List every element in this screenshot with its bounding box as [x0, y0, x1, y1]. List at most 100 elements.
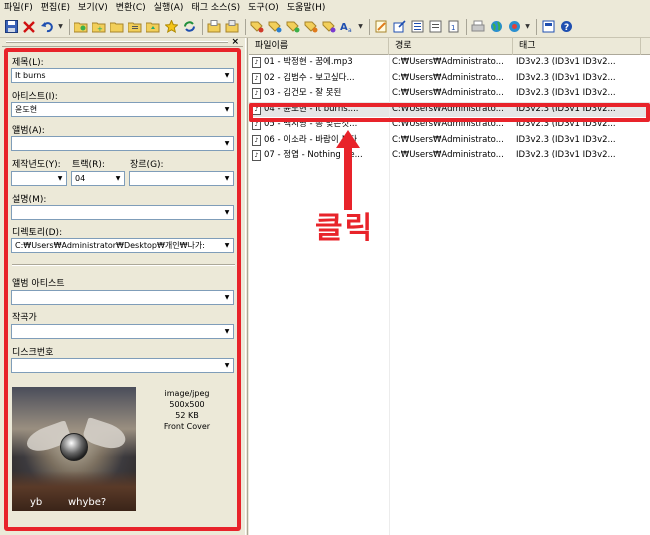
- cell-tag: ID3v2.3 (ID3v1 ID3v2...: [516, 134, 616, 145]
- year-field[interactable]: ▼: [11, 171, 67, 186]
- panel-splitter[interactable]: [245, 38, 248, 535]
- dropdown-arrow-icon[interactable]: ▼: [57, 19, 64, 35]
- text-format-icon[interactable]: Aa: [339, 19, 355, 35]
- album-cover-image[interactable]: yb whybe?: [12, 387, 136, 511]
- menu-item-2[interactable]: 보기(V): [78, 0, 108, 16]
- cover-text-right: whybe?: [68, 497, 107, 508]
- comment-label: 설명(M):: [12, 195, 47, 205]
- export-icon[interactable]: [391, 19, 407, 35]
- chevron-down-icon[interactable]: ▼: [222, 240, 232, 251]
- toolbar-separator: [245, 18, 246, 35]
- table-row[interactable]: ♪ 02 - 김범수 - 보고싶다... C:₩Users₩Administrato…: [249, 71, 650, 86]
- delete-icon[interactable]: [21, 19, 37, 35]
- panel-grip: [6, 41, 228, 43]
- chevron-down-icon[interactable]: ▼: [222, 70, 232, 81]
- column-divider: [389, 55, 390, 535]
- cell-filename: 06 - 이소라 - 바람이 분다: [264, 134, 358, 145]
- playlist-folder-icon[interactable]: [127, 19, 143, 35]
- cell-tag: ID3v2.3 (ID3v1 ID3v2...: [516, 72, 616, 83]
- cell-path: C:₩Users₩Administrato...: [392, 150, 504, 160]
- composer-field[interactable]: ▼: [11, 324, 234, 339]
- menu-item-4[interactable]: 실행(A): [154, 0, 184, 16]
- directory-field[interactable]: C:₩Users₩Administrator₩Desktop₩개인₩나가: ▼: [11, 238, 234, 253]
- toolbar-separator: [369, 18, 370, 35]
- toolbar-separator: [466, 18, 467, 35]
- image-dimensions: 500x500: [169, 400, 205, 409]
- year-label: 제작년도(Y):: [12, 160, 61, 170]
- save-icon[interactable]: [3, 19, 19, 35]
- plugin-icon[interactable]: [506, 19, 522, 35]
- track-label: 트랙(R):: [72, 160, 105, 170]
- chevron-down-icon[interactable]: ▼: [55, 173, 65, 184]
- folder-icon[interactable]: [109, 19, 125, 35]
- artist-field[interactable]: 윤도현 ▼: [11, 102, 234, 117]
- close-icon[interactable]: ×: [231, 37, 239, 47]
- copy-tag-icon[interactable]: [206, 19, 222, 35]
- cell-path: C:₩Users₩Administrato...: [392, 88, 504, 98]
- web-source-icon[interactable]: [488, 19, 504, 35]
- undo-icon[interactable]: [39, 19, 55, 35]
- filename-to-tag-icon[interactable]: [267, 19, 283, 35]
- chevron-down-icon[interactable]: ▼: [222, 138, 232, 149]
- chevron-down-icon[interactable]: ▼: [222, 207, 232, 218]
- playlist-icon[interactable]: [409, 19, 425, 35]
- album-field[interactable]: ▼: [11, 136, 234, 151]
- add-folder-icon[interactable]: +: [91, 19, 107, 35]
- toolbar-separator: [536, 18, 537, 35]
- chevron-down-icon[interactable]: ▼: [222, 292, 232, 303]
- case-conversion-icon[interactable]: [321, 19, 337, 35]
- dropdown-arrow-icon[interactable]: ▼: [357, 19, 364, 35]
- table-row[interactable]: ♪ 06 - 이소라 - 바람이 분다 C:₩Users₩Administrato.…: [249, 133, 650, 148]
- favorite-star-icon[interactable]: [163, 19, 179, 35]
- page-icon[interactable]: 1: [445, 19, 461, 35]
- svg-text:1: 1: [451, 24, 455, 32]
- open-folder-icon[interactable]: [73, 19, 89, 35]
- cell-filename: 07 - 정엽 - Nothing Be...: [264, 150, 363, 160]
- click-arrow-icon: [336, 130, 360, 210]
- chevron-down-icon[interactable]: ▼: [222, 360, 232, 371]
- menu-item-1[interactable]: 편집(E): [41, 0, 70, 16]
- paste-tag-icon[interactable]: [224, 19, 240, 35]
- menu-item-7[interactable]: 도움말(H): [287, 0, 326, 16]
- menu-item-3[interactable]: 변환(C): [116, 0, 146, 16]
- album-artist-field[interactable]: ▼: [11, 290, 234, 305]
- dropdown-arrow-icon[interactable]: ▼: [524, 19, 531, 35]
- table-row[interactable]: ♪ 03 - 김건모 - 잘 못된 C:₩Users₩Administrato...…: [249, 86, 650, 101]
- cell-filename: 01 - 박정현 - 꿈에.mp3: [264, 57, 353, 67]
- cover-text-left: yb: [30, 497, 43, 508]
- cover-orb: [60, 433, 88, 461]
- comment-field[interactable]: ▼: [11, 205, 234, 220]
- album-artist-label: 앨범 아티스트: [12, 279, 65, 289]
- chevron-down-icon[interactable]: ▼: [222, 326, 232, 337]
- chevron-down-icon[interactable]: ▼: [113, 173, 123, 184]
- directory-value: C:₩Users₩Administrator₩Desktop₩개인₩나가:: [15, 241, 205, 250]
- track-field[interactable]: 04 ▼: [71, 171, 125, 186]
- text-to-tag-icon[interactable]: [285, 19, 301, 35]
- table-row[interactable]: ♪ 01 - 박정현 - 꿈에.mp3 C:₩Users₩Administrato.…: [249, 55, 650, 70]
- chevron-down-icon[interactable]: ▼: [222, 104, 232, 115]
- column-header-path[interactable]: 경로: [389, 38, 513, 55]
- tag-to-filename-icon[interactable]: [249, 19, 265, 35]
- title-field[interactable]: It burns ▼: [11, 68, 234, 83]
- table-row[interactable]: ♪ 07 - 정엽 - Nothing Be... C:₩Users₩Adminis…: [249, 148, 650, 163]
- print-icon[interactable]: [470, 19, 486, 35]
- cell-filename: 02 - 김범수 - 보고싶다...: [264, 72, 355, 83]
- menu-item-5[interactable]: 태그 소스(S): [191, 0, 240, 16]
- disc-field[interactable]: ▼: [11, 358, 234, 373]
- music-file-icon: ♪: [252, 150, 261, 161]
- menu-item-0[interactable]: 파일(F): [4, 0, 33, 16]
- music-file-icon: ♪: [252, 88, 261, 99]
- divider: [12, 264, 235, 266]
- menu-item-6[interactable]: 도구(O): [248, 0, 279, 16]
- help-icon[interactable]: ?: [558, 19, 574, 35]
- column-header-tag[interactable]: 태그: [513, 38, 641, 55]
- chevron-down-icon[interactable]: ▼: [222, 173, 232, 184]
- refresh-icon[interactable]: [181, 19, 197, 35]
- tag-to-text-icon[interactable]: [303, 19, 319, 35]
- edit-icon[interactable]: [373, 19, 389, 35]
- column-header-filename[interactable]: 파일이름: [249, 38, 389, 55]
- folder-up-icon[interactable]: [145, 19, 161, 35]
- settings-icon[interactable]: [540, 19, 556, 35]
- list-icon[interactable]: [427, 19, 443, 35]
- genre-field[interactable]: ▼: [129, 171, 234, 186]
